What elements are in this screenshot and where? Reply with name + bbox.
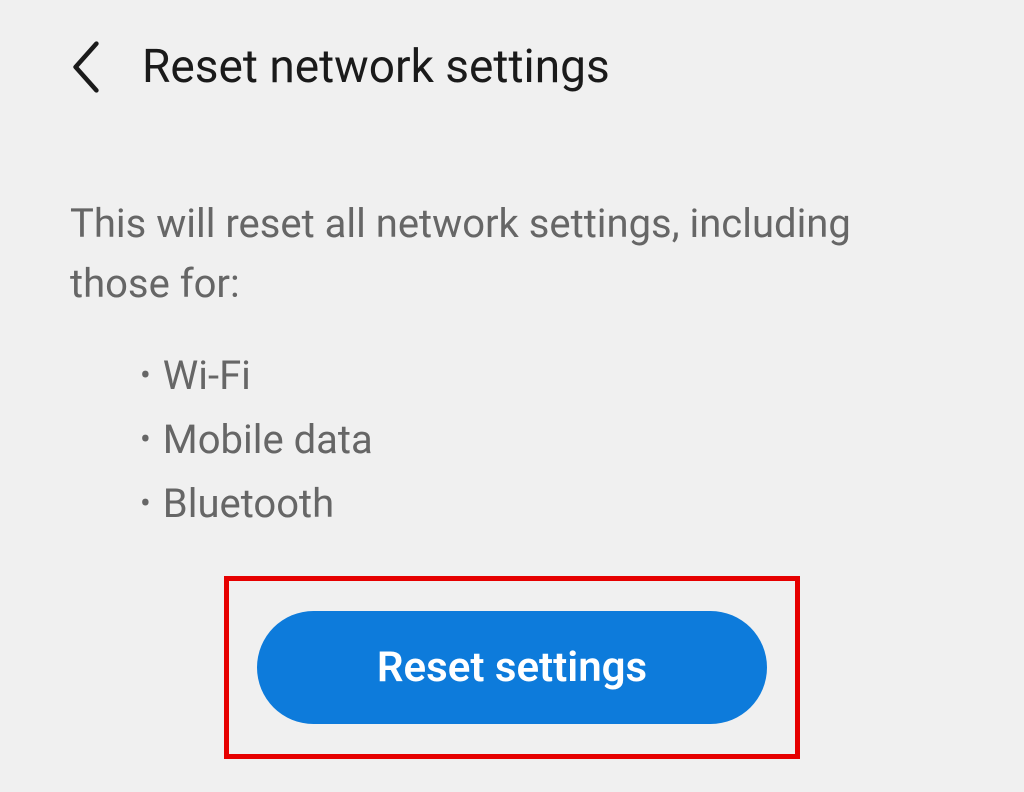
list-item-label: Wi-Fi	[163, 344, 251, 408]
bullet-list: • Wi-Fi • Mobile data • Bluetooth	[70, 344, 954, 536]
button-container: Reset settings	[70, 576, 954, 759]
list-item: • Mobile data	[140, 408, 954, 472]
reset-settings-button[interactable]: Reset settings	[257, 611, 767, 724]
list-item: • Wi-Fi	[140, 344, 954, 408]
list-item-label: Bluetooth	[163, 472, 334, 536]
header: Reset network settings	[0, 0, 1024, 114]
list-item: • Bluetooth	[140, 472, 954, 536]
page-title: Reset network settings	[142, 40, 610, 94]
highlight-box: Reset settings	[224, 576, 800, 759]
content-area: This will reset all network settings, in…	[0, 114, 1024, 759]
back-icon[interactable]	[70, 41, 102, 93]
bullet-icon: •	[140, 414, 151, 465]
bullet-icon: •	[140, 350, 151, 401]
bullet-icon: •	[140, 478, 151, 529]
list-item-label: Mobile data	[163, 408, 373, 472]
description-text: This will reset all network settings, in…	[70, 194, 954, 314]
